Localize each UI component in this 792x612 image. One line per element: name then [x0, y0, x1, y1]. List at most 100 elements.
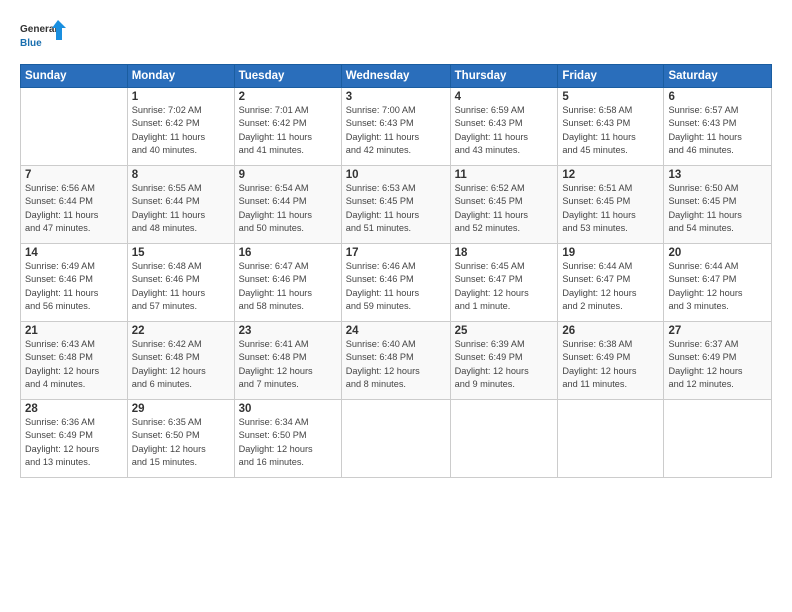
day-number: 20	[668, 247, 767, 259]
calendar-cell: 25Sunrise: 6:39 AM Sunset: 6:49 PM Dayli…	[450, 322, 558, 400]
day-info: Sunrise: 6:36 AM Sunset: 6:49 PM Dayligh…	[25, 416, 123, 469]
day-info: Sunrise: 6:48 AM Sunset: 6:46 PM Dayligh…	[132, 260, 230, 313]
day-info: Sunrise: 6:43 AM Sunset: 6:48 PM Dayligh…	[25, 338, 123, 391]
logo: General Blue	[20, 18, 70, 54]
calendar-cell: 9Sunrise: 6:54 AM Sunset: 6:44 PM Daylig…	[234, 166, 341, 244]
day-info: Sunrise: 6:45 AM Sunset: 6:47 PM Dayligh…	[455, 260, 554, 313]
weekday-header-saturday: Saturday	[664, 65, 772, 88]
day-number: 25	[455, 325, 554, 337]
calendar-cell: 18Sunrise: 6:45 AM Sunset: 6:47 PM Dayli…	[450, 244, 558, 322]
logo-graphic: General Blue	[20, 18, 70, 54]
day-info: Sunrise: 6:42 AM Sunset: 6:48 PM Dayligh…	[132, 338, 230, 391]
day-number: 29	[132, 403, 230, 415]
calendar-cell: 22Sunrise: 6:42 AM Sunset: 6:48 PM Dayli…	[127, 322, 234, 400]
calendar-cell: 30Sunrise: 6:34 AM Sunset: 6:50 PM Dayli…	[234, 400, 341, 478]
day-number: 1	[132, 91, 230, 103]
day-number: 4	[455, 91, 554, 103]
day-number: 16	[239, 247, 337, 259]
svg-text:Blue: Blue	[20, 38, 42, 49]
calendar-cell	[21, 88, 128, 166]
weekday-header-friday: Friday	[558, 65, 664, 88]
day-info: Sunrise: 7:01 AM Sunset: 6:42 PM Dayligh…	[239, 104, 337, 157]
day-number: 14	[25, 247, 123, 259]
day-number: 11	[455, 169, 554, 181]
calendar-cell	[450, 400, 558, 478]
calendar-cell: 4Sunrise: 6:59 AM Sunset: 6:43 PM Daylig…	[450, 88, 558, 166]
day-info: Sunrise: 6:53 AM Sunset: 6:45 PM Dayligh…	[346, 182, 446, 235]
day-number: 8	[132, 169, 230, 181]
day-info: Sunrise: 6:41 AM Sunset: 6:48 PM Dayligh…	[239, 338, 337, 391]
day-info: Sunrise: 6:55 AM Sunset: 6:44 PM Dayligh…	[132, 182, 230, 235]
calendar-cell: 13Sunrise: 6:50 AM Sunset: 6:45 PM Dayli…	[664, 166, 772, 244]
day-number: 7	[25, 169, 123, 181]
day-number: 22	[132, 325, 230, 337]
calendar-cell: 15Sunrise: 6:48 AM Sunset: 6:46 PM Dayli…	[127, 244, 234, 322]
day-number: 18	[455, 247, 554, 259]
day-info: Sunrise: 6:58 AM Sunset: 6:43 PM Dayligh…	[562, 104, 659, 157]
day-number: 24	[346, 325, 446, 337]
calendar-week-1: 1Sunrise: 7:02 AM Sunset: 6:42 PM Daylig…	[21, 88, 772, 166]
calendar-cell: 20Sunrise: 6:44 AM Sunset: 6:47 PM Dayli…	[664, 244, 772, 322]
calendar-week-4: 21Sunrise: 6:43 AM Sunset: 6:48 PM Dayli…	[21, 322, 772, 400]
calendar-week-2: 7Sunrise: 6:56 AM Sunset: 6:44 PM Daylig…	[21, 166, 772, 244]
calendar-cell: 17Sunrise: 6:46 AM Sunset: 6:46 PM Dayli…	[341, 244, 450, 322]
calendar-week-5: 28Sunrise: 6:36 AM Sunset: 6:49 PM Dayli…	[21, 400, 772, 478]
weekday-header-monday: Monday	[127, 65, 234, 88]
calendar-cell: 10Sunrise: 6:53 AM Sunset: 6:45 PM Dayli…	[341, 166, 450, 244]
day-info: Sunrise: 6:56 AM Sunset: 6:44 PM Dayligh…	[25, 182, 123, 235]
day-number: 19	[562, 247, 659, 259]
day-number: 21	[25, 325, 123, 337]
calendar-cell: 26Sunrise: 6:38 AM Sunset: 6:49 PM Dayli…	[558, 322, 664, 400]
day-number: 9	[239, 169, 337, 181]
calendar-cell: 6Sunrise: 6:57 AM Sunset: 6:43 PM Daylig…	[664, 88, 772, 166]
day-info: Sunrise: 6:37 AM Sunset: 6:49 PM Dayligh…	[668, 338, 767, 391]
calendar-cell: 29Sunrise: 6:35 AM Sunset: 6:50 PM Dayli…	[127, 400, 234, 478]
calendar-cell: 28Sunrise: 6:36 AM Sunset: 6:49 PM Dayli…	[21, 400, 128, 478]
weekday-header-tuesday: Tuesday	[234, 65, 341, 88]
calendar-cell: 19Sunrise: 6:44 AM Sunset: 6:47 PM Dayli…	[558, 244, 664, 322]
day-info: Sunrise: 6:34 AM Sunset: 6:50 PM Dayligh…	[239, 416, 337, 469]
calendar-cell: 23Sunrise: 6:41 AM Sunset: 6:48 PM Dayli…	[234, 322, 341, 400]
calendar-cell: 11Sunrise: 6:52 AM Sunset: 6:45 PM Dayli…	[450, 166, 558, 244]
calendar-cell: 21Sunrise: 6:43 AM Sunset: 6:48 PM Dayli…	[21, 322, 128, 400]
day-info: Sunrise: 6:57 AM Sunset: 6:43 PM Dayligh…	[668, 104, 767, 157]
calendar-cell: 3Sunrise: 7:00 AM Sunset: 6:43 PM Daylig…	[341, 88, 450, 166]
day-info: Sunrise: 6:35 AM Sunset: 6:50 PM Dayligh…	[132, 416, 230, 469]
day-number: 12	[562, 169, 659, 181]
calendar-cell: 1Sunrise: 7:02 AM Sunset: 6:42 PM Daylig…	[127, 88, 234, 166]
day-info: Sunrise: 6:44 AM Sunset: 6:47 PM Dayligh…	[562, 260, 659, 313]
day-info: Sunrise: 7:00 AM Sunset: 6:43 PM Dayligh…	[346, 104, 446, 157]
day-number: 5	[562, 91, 659, 103]
day-info: Sunrise: 6:49 AM Sunset: 6:46 PM Dayligh…	[25, 260, 123, 313]
day-info: Sunrise: 6:59 AM Sunset: 6:43 PM Dayligh…	[455, 104, 554, 157]
calendar-cell: 5Sunrise: 6:58 AM Sunset: 6:43 PM Daylig…	[558, 88, 664, 166]
header: General Blue	[20, 18, 772, 54]
calendar-cell: 14Sunrise: 6:49 AM Sunset: 6:46 PM Dayli…	[21, 244, 128, 322]
day-number: 3	[346, 91, 446, 103]
calendar-week-3: 14Sunrise: 6:49 AM Sunset: 6:46 PM Dayli…	[21, 244, 772, 322]
calendar-cell	[341, 400, 450, 478]
day-info: Sunrise: 6:54 AM Sunset: 6:44 PM Dayligh…	[239, 182, 337, 235]
calendar-cell: 7Sunrise: 6:56 AM Sunset: 6:44 PM Daylig…	[21, 166, 128, 244]
weekday-header-sunday: Sunday	[21, 65, 128, 88]
calendar-cell: 16Sunrise: 6:47 AM Sunset: 6:46 PM Dayli…	[234, 244, 341, 322]
day-number: 15	[132, 247, 230, 259]
day-info: Sunrise: 6:52 AM Sunset: 6:45 PM Dayligh…	[455, 182, 554, 235]
day-number: 30	[239, 403, 337, 415]
day-info: Sunrise: 6:46 AM Sunset: 6:46 PM Dayligh…	[346, 260, 446, 313]
day-info: Sunrise: 6:50 AM Sunset: 6:45 PM Dayligh…	[668, 182, 767, 235]
svg-text:General: General	[20, 24, 57, 35]
calendar: SundayMondayTuesdayWednesdayThursdayFrid…	[20, 64, 772, 478]
day-info: Sunrise: 6:38 AM Sunset: 6:49 PM Dayligh…	[562, 338, 659, 391]
day-number: 10	[346, 169, 446, 181]
day-number: 26	[562, 325, 659, 337]
day-info: Sunrise: 6:51 AM Sunset: 6:45 PM Dayligh…	[562, 182, 659, 235]
day-number: 17	[346, 247, 446, 259]
weekday-header-wednesday: Wednesday	[341, 65, 450, 88]
day-number: 28	[25, 403, 123, 415]
calendar-cell: 8Sunrise: 6:55 AM Sunset: 6:44 PM Daylig…	[127, 166, 234, 244]
page: General Blue SundayMondayTuesdayWednesda…	[0, 0, 792, 612]
day-number: 2	[239, 91, 337, 103]
day-info: Sunrise: 7:02 AM Sunset: 6:42 PM Dayligh…	[132, 104, 230, 157]
weekday-header-thursday: Thursday	[450, 65, 558, 88]
